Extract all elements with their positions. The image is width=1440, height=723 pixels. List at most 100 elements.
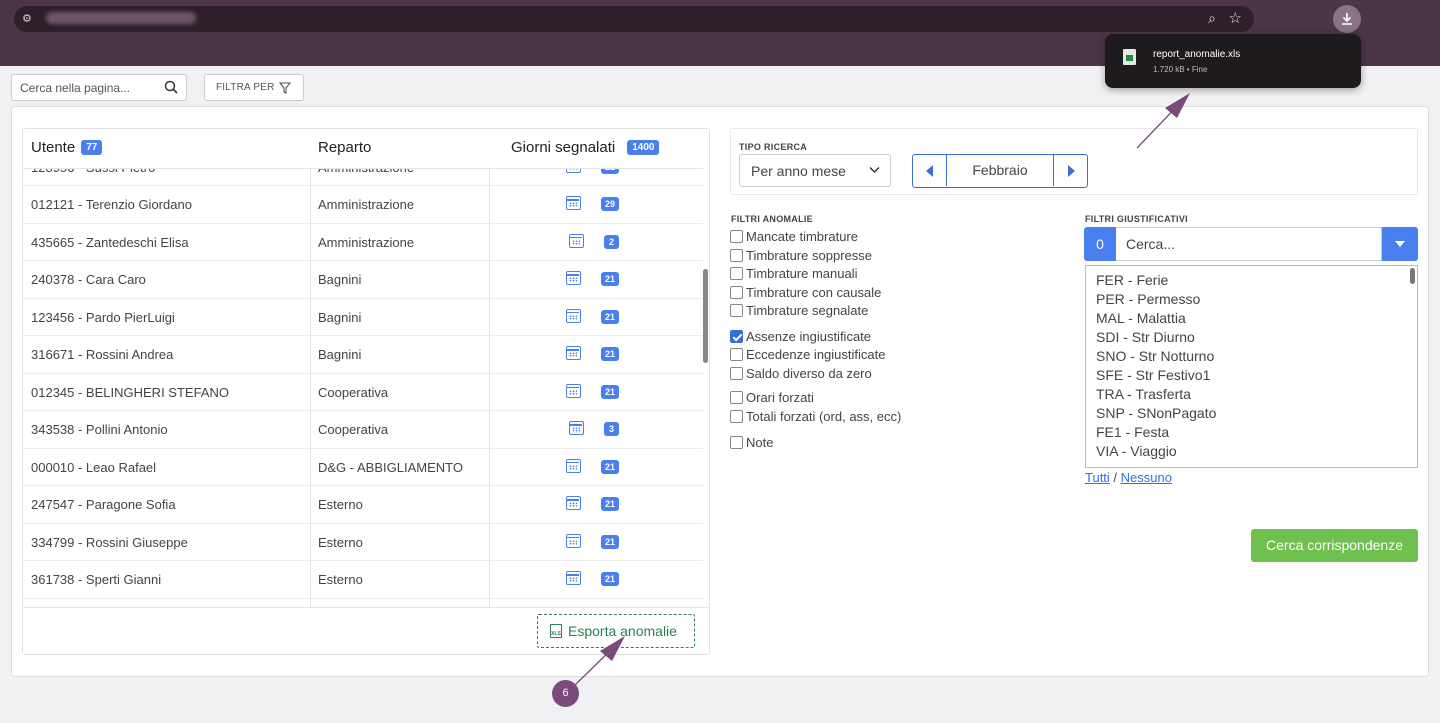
checkbox-label: Timbrature manuali [746,266,858,281]
table-row[interactable]: 435665 - Zantedeschi Elisa Amministrazio… [23,224,703,261]
list-item[interactable]: SNO - Str Notturno [1096,348,1214,364]
table-row[interactable]: 334799 - Rossini Giuseppe Esterno 21 [23,524,703,561]
checkbox-label: Eccedenze ingiustificate [746,347,886,362]
zoom-icon[interactable]: ⌕ [1208,10,1216,27]
count-badge: 21 [601,272,620,286]
table-scrollbar[interactable] [703,269,708,363]
cell-user: 240378 - Cara Caro [31,272,146,287]
list-item[interactable]: SDI - Str Diurno [1096,329,1195,345]
search-type-select[interactable]: Per anno mese [739,154,891,187]
cell-dept: Esterno [318,572,363,587]
table-row[interactable]: 240378 - Cara Caro Bagnini 21 [23,261,703,299]
checkbox[interactable] [730,391,743,404]
count-badge: 21 [601,309,620,324]
list-item[interactable]: SFE - Str Festivo1 [1096,367,1210,383]
table-row[interactable]: 316671 - Rossini Andrea Bagnini 21 [23,336,703,374]
cell-user: 123456 - Pardo PierLuigi [31,309,175,325]
calendar-icon[interactable] [566,383,581,398]
checkbox[interactable] [730,267,743,280]
count-badge: 2 [604,234,619,249]
list-item[interactable]: MAL - Malattia [1096,310,1186,326]
export-anomalies-button[interactable]: XLS Esporta anomalie [537,614,695,648]
header-user[interactable]: Utente 77 [31,139,103,156]
download-file-meta: 1.720 kB • Fine [1153,65,1208,74]
search-type-card: TIPO RICERCA Per anno mese Febbraio [730,128,1418,195]
select-all-link[interactable]: Tutti [1085,470,1110,485]
calendar-icon[interactable] [566,458,581,473]
checkbox[interactable] [730,304,743,317]
filter-button[interactable]: FILTRA PER [204,74,304,101]
table-row[interactable]: 123456 - Pardo PierLuigi Bagnini 21 [23,299,703,336]
list-item[interactable]: FE1 - Festa [1096,424,1169,440]
calendar-icon[interactable] [566,496,581,510]
cell-dept: Esterno [318,497,363,512]
xls-icon: XLS [550,624,562,638]
next-month-button[interactable] [1053,155,1087,186]
list-item[interactable]: PER - Permesso [1096,291,1200,307]
site-settings-icon[interactable]: ⚙ [22,12,36,26]
checkbox-label: Mancate timbrature [746,229,858,244]
table-header: Utente 77 Reparto Giorni segnalati 1400 [23,129,703,169]
table-row[interactable]: 361738 - Sperti Gianni Esterno 21 [23,561,703,599]
search-icon[interactable] [164,80,178,94]
arrow-left-icon [926,165,933,177]
table-row[interactable]: 000010 - Leao Rafael D&G - ABBIGLIAMENTO… [23,449,703,486]
count-badge: 21 [601,534,620,549]
list-item[interactable]: FER - Ferie [1096,272,1168,288]
checkbox-checked[interactable] [730,330,743,343]
selected-count-badge: 0 [1084,227,1116,261]
download-popup[interactable]: report_anomalie.xls 1.720 kB • Fine [1105,34,1361,88]
checkbox[interactable] [730,249,743,262]
list-item[interactable]: SNP - SNonPagato [1096,405,1216,421]
cell-user: 012121 - Terenzio Giordano [31,197,192,212]
justification-filters-label: FILTRI GIUSTIFICATIVI [1085,214,1188,224]
list-item[interactable]: VIA - Viaggio [1096,443,1177,459]
calendar-icon[interactable] [569,421,584,435]
calendar-icon[interactable] [566,196,581,210]
checkbox[interactable] [730,410,743,423]
calendar-icon[interactable] [569,233,584,248]
select-none-link[interactable]: Nessuno [1121,470,1172,485]
table-row[interactable]: 343538 - Pollini Antonio Cooperativa 3 [23,411,703,449]
cell-user: 000010 - Leao Rafael [31,459,157,475]
list-item[interactable]: TRA - Trasferta [1096,386,1191,402]
prev-month-button[interactable] [913,155,947,186]
calendar-icon[interactable] [566,308,581,323]
link-separator: / [1109,470,1121,485]
cell-dept: Amministrazione [318,234,415,250]
search-matches-button[interactable]: Cerca corrispondenze [1251,529,1418,562]
checkbox[interactable] [730,286,743,299]
cell-dept: Cooperativa [318,422,389,437]
justification-list[interactable]: FER - Ferie PER - Permesso MAL - Malatti… [1085,265,1418,468]
header-dept[interactable]: Reparto [318,139,371,156]
table-row[interactable]: 012345 - BELINGHERI STEFANO Cooperativa … [23,374,703,411]
calendar-icon[interactable] [566,533,581,548]
address-bar[interactable]: ⚙ ⌕ ☆ [14,6,1254,32]
calendar-icon[interactable] [566,271,581,285]
checkbox[interactable] [730,436,743,449]
bookmark-star-icon[interactable]: ☆ [1229,9,1242,27]
cell-dept: Cooperativa [318,384,389,400]
dropdown-toggle-icon[interactable] [1382,227,1418,261]
calendar-icon[interactable] [566,346,581,360]
calendar-icon[interactable] [566,571,581,585]
table-footer: XLS Esporta anomalie [23,607,709,654]
count-badge: 21 [601,384,620,399]
cell-dept: Amministrazione [318,197,415,212]
page-search-input[interactable] [12,75,162,100]
table-row[interactable]: 012121 - Terenzio Giordano Amministrazio… [23,186,703,224]
table-row[interactable]: 247547 - Paragone Sofia Esterno 21 [23,486,703,524]
header-days[interactable]: Giorni segnalati 1400 [511,139,660,156]
cell-user: 012345 - BELINGHERI STEFANO [31,384,229,400]
cell-dept: Bagnini [318,309,362,325]
month-value[interactable]: Febbraio [947,155,1053,186]
checkbox[interactable] [730,348,743,361]
downloads-button[interactable] [1333,5,1361,33]
checkbox[interactable] [730,367,743,380]
xls-file-icon [1123,49,1136,65]
justification-search-input[interactable] [1116,227,1382,261]
download-file-name[interactable]: report_anomalie.xls [1153,49,1240,60]
list-scrollbar[interactable] [1410,268,1415,284]
checkbox[interactable] [730,230,743,243]
url-blurred [46,12,196,24]
